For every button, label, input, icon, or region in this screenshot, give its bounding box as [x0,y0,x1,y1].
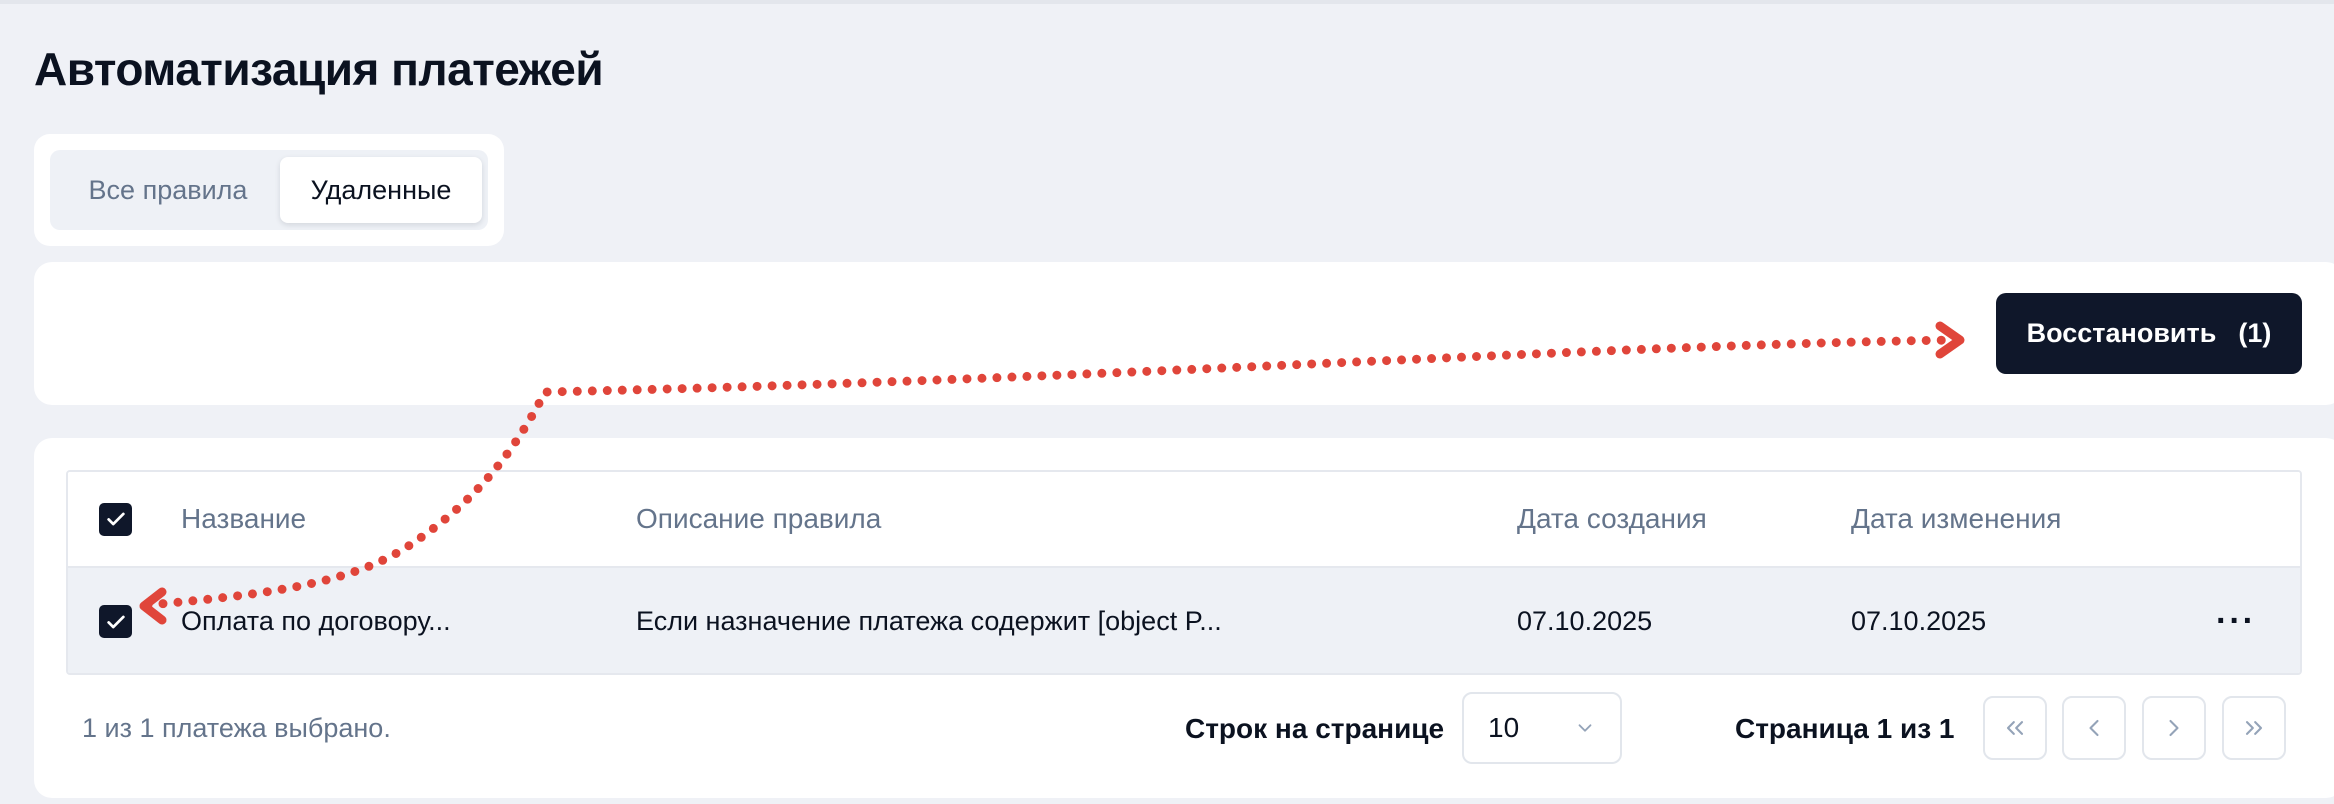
page-info: Страница 1 из 1 [1735,713,1955,744]
chevron-left-icon [2089,719,2099,737]
restore-button-label: Восстановить [2026,318,2217,348]
tabs-card: Все правила Удаленные [34,134,504,246]
tab-all-rules[interactable]: Все правила [56,157,280,223]
rows-per-page-value: 10 [1488,712,1520,743]
action-bar [34,262,2334,405]
column-header-description[interactable]: Описание правила [636,472,881,566]
next-page-button[interactable] [2142,696,2206,760]
table-row[interactable]: Оплата по договору... Если назначение пл… [68,568,2300,673]
chevron-down-icon [1578,724,1592,732]
rows-per-page-select[interactable]: 10 [1462,692,1622,764]
first-page-button[interactable] [1983,696,2047,760]
row-more-button[interactable]: ··· [2216,568,2256,673]
column-header-changed[interactable]: Дата изменения [1851,472,2061,566]
select-all-cell [99,472,132,566]
row-select-cell [99,568,132,673]
tab-list: Все правила Удаленные [50,150,488,230]
tab-deleted[interactable]: Удаленные [280,157,482,223]
page-title: Автоматизация платежей [34,43,604,95]
rules-table: Название Описание правила Дата создания … [66,470,2302,675]
table-header: Название Описание правила Дата создания … [68,472,2300,568]
row-description: Если назначение платежа содержит [object… [636,606,1222,636]
row-name: Оплата по договору... [181,606,451,636]
previous-page-button[interactable] [2062,696,2126,760]
chevrons-right-icon [2245,721,2263,735]
check-icon [106,512,125,526]
select-all-checkbox[interactable] [99,502,132,536]
column-header-name[interactable]: Название [181,472,306,566]
row-changed-date: 07.10.2025 [1851,606,1987,636]
row-created-date: 07.10.2025 [1517,606,1653,636]
selection-status: 1 из 1 платежа выбрано. [82,713,391,743]
top-divider [0,0,2334,4]
row-checkbox[interactable] [99,605,132,638]
check-icon [106,615,125,628]
rows-per-page-label: Строк на странице [1185,713,1445,744]
restore-count: (1) [2238,318,2272,348]
chevron-right-icon [2169,719,2179,737]
last-page-button[interactable] [2222,696,2286,760]
chevrons-left-icon [2006,721,2024,735]
column-header-created[interactable]: Дата создания [1517,472,1707,566]
restore-button[interactable]: Восстановить (1) [1996,293,2302,374]
page: Автоматизация платежей Все правила Удале… [0,0,2334,804]
